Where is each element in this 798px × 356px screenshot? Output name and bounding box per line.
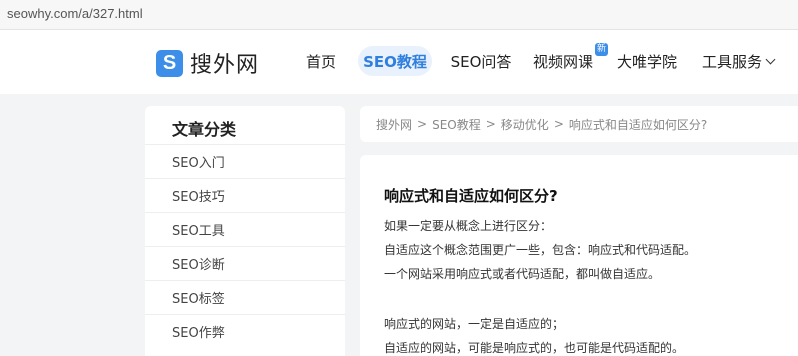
breadcrumb-seo-tutorial[interactable]: SEO教程 bbox=[432, 116, 481, 133]
sidebar-item-seo-tips[interactable]: SEO技巧 bbox=[145, 178, 345, 212]
sidebar-title: 文章分类 bbox=[172, 120, 237, 139]
url-text[interactable]: seowhy.com/a/327.html bbox=[7, 6, 143, 21]
breadcrumb-mobile-optimization[interactable]: 移动优化 bbox=[501, 116, 549, 133]
article-paragraph: 响应式的网站，一定是自适应的； bbox=[384, 317, 565, 331]
breadcrumb-separator: > bbox=[485, 117, 496, 131]
article-paragraph: 自适应这个概念范围更广一些，包含：响应式和代码适配。 bbox=[384, 243, 697, 257]
article-paragraph: 自适应的网站，可能是响应式的，也可能是代码适配的。 bbox=[384, 341, 685, 355]
sidebar-item-seo-diagnosis[interactable]: SEO诊断 bbox=[145, 246, 345, 280]
breadcrumb-current: 响应式和自适应如何区分? bbox=[568, 117, 708, 132]
site-logo[interactable]: S 搜外网 bbox=[156, 47, 259, 79]
sidebar-item-seo-tools[interactable]: SEO工具 bbox=[145, 212, 345, 246]
sidebar-item-seo-cheating[interactable]: SEO作弊 bbox=[145, 314, 345, 348]
nav-seo-tutorial[interactable]: SEO教程 bbox=[358, 46, 432, 76]
site-header: S 搜外网 首页 SEO教程 SEO问答 视频网课 新 大唯学院 工具服务 bbox=[0, 30, 798, 94]
address-bar[interactable]: seowhy.com/a/327.html bbox=[0, 0, 798, 30]
breadcrumb-home[interactable]: 搜外网 bbox=[376, 116, 412, 133]
logo-text: 搜外网 bbox=[190, 53, 260, 78]
sidebar-item-seo-intro[interactable]: SEO入门 bbox=[145, 144, 345, 178]
article-title: 响应式和自适应如何区分? bbox=[384, 187, 558, 205]
article-content: 响应式和自适应如何区分? 如果一定要从概念上进行区分： 自适应这个概念范围更广一… bbox=[360, 155, 798, 356]
nav-academy[interactable]: 大唯学院 bbox=[614, 46, 680, 76]
logo-icon: S bbox=[156, 49, 183, 77]
breadcrumb: 搜外网 > SEO教程 > 移动优化 > 响应式和自适应如何区分? bbox=[360, 106, 798, 142]
category-sidebar: 文章分类 SEO入门 SEO技巧 SEO工具 SEO诊断 SEO标签 SEO作弊 bbox=[145, 106, 345, 356]
nav-seo-qa[interactable]: SEO问答 bbox=[448, 46, 514, 76]
breadcrumb-separator: > bbox=[553, 117, 564, 131]
nav-tools-label: 工具服务 bbox=[701, 52, 762, 71]
sidebar-item-seo-tags[interactable]: SEO标签 bbox=[145, 280, 345, 314]
article-paragraph: 一个网站采用响应式或者代码适配，都叫做自适应。 bbox=[384, 267, 661, 281]
nav-video-label: 视频网课 bbox=[532, 52, 593, 71]
new-badge: 新 bbox=[594, 43, 608, 56]
breadcrumb-separator: > bbox=[417, 117, 428, 131]
chevron-down-icon bbox=[765, 54, 776, 64]
nav-video[interactable]: 视频网课 新 bbox=[530, 43, 608, 76]
nav-home[interactable]: 首页 bbox=[300, 46, 342, 76]
nav-tools[interactable]: 工具服务 bbox=[698, 46, 778, 76]
article-paragraph: 如果一定要从概念上进行区分： bbox=[384, 219, 553, 233]
